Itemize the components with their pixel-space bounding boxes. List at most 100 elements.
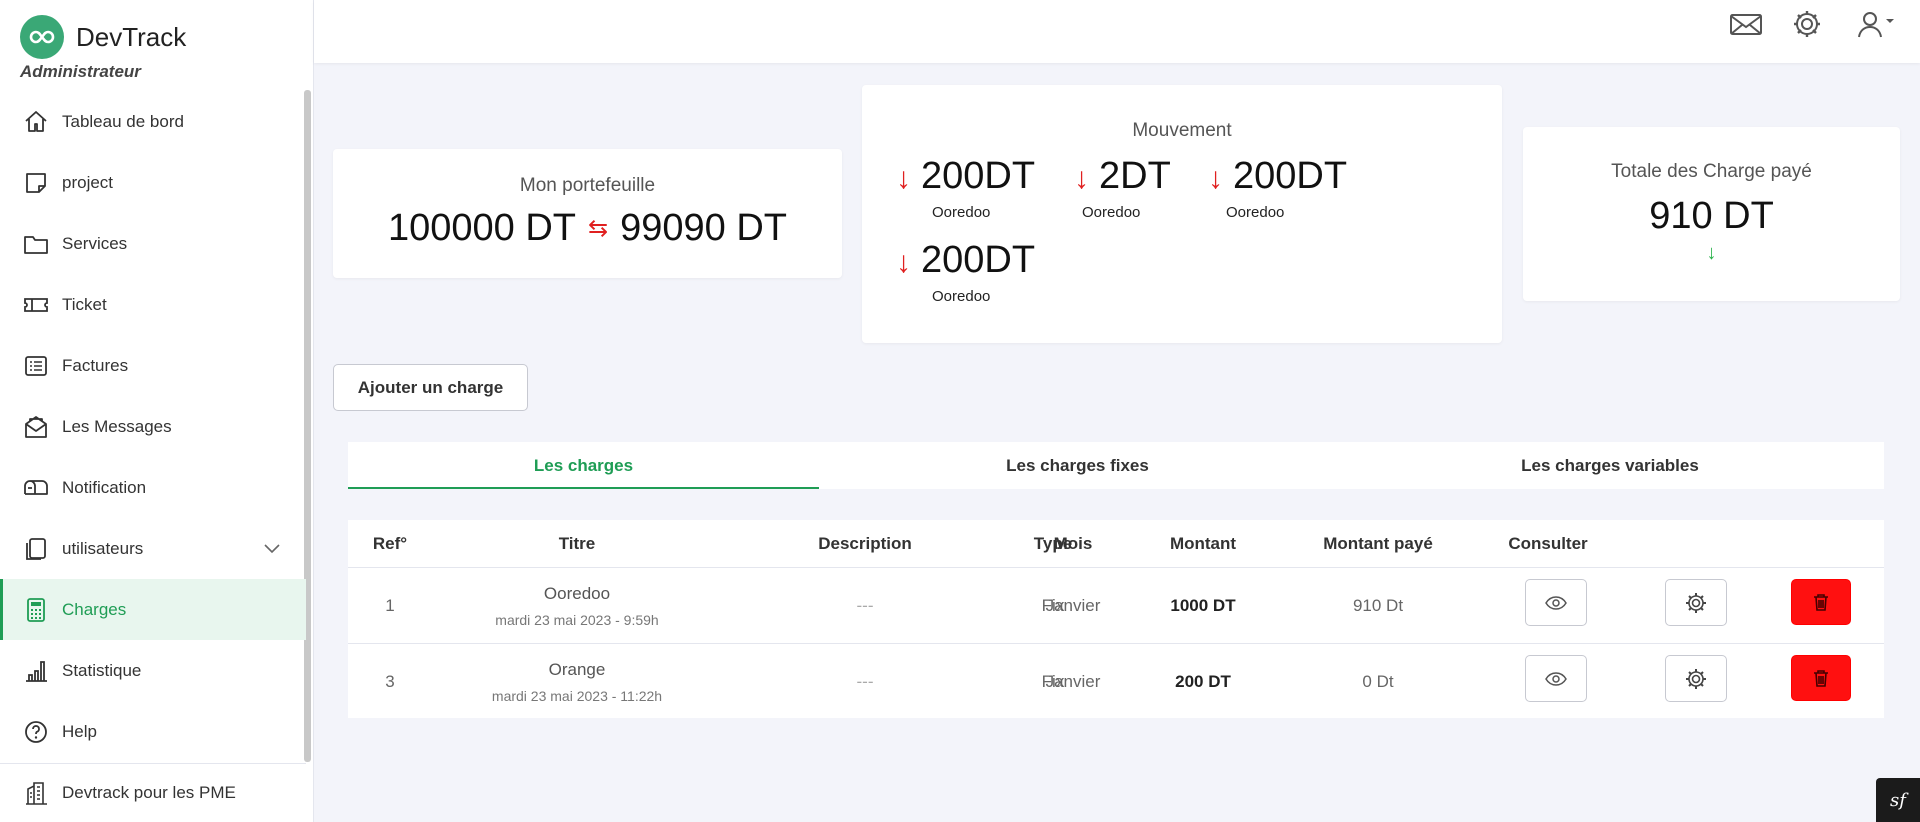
table-row: 1 Ooredoo mardi 23 mai 2023 - 9:59h --- …: [348, 567, 1884, 643]
brand[interactable]: DevTrack: [20, 15, 186, 59]
header-montant-paye: Montant payé: [1323, 533, 1433, 553]
tab-les-charges[interactable]: Les charges: [348, 442, 819, 489]
sidebar-item-help[interactable]: Help: [0, 701, 306, 762]
buildings-icon: [26, 782, 47, 805]
add-charge-button[interactable]: Ajouter un charge: [333, 364, 528, 411]
header-titre: Titre: [558, 533, 596, 553]
charge-date: mardi 23 mai 2023 - 9:59h: [495, 611, 659, 628]
delete-button[interactable]: [1791, 655, 1851, 701]
view-button[interactable]: [1525, 579, 1587, 626]
down-arrow-icon: ↓: [896, 246, 911, 279]
down-arrow-icon: ↓: [1074, 162, 1089, 195]
sticky-note-icon: [26, 173, 46, 193]
table-row: 3 Orange mardi 23 mai 2023 - 11:22h --- …: [348, 643, 1884, 719]
sidebar-item-les-messages[interactable]: Les Messages: [0, 396, 306, 457]
settings-button[interactable]: [1665, 579, 1727, 626]
envelope-icon[interactable]: [1728, 8, 1764, 40]
sidebar-item-label: project: [62, 172, 114, 192]
calculator-icon: [27, 598, 45, 622]
total-title: Totale des Charge payé: [1611, 161, 1812, 182]
eye-icon: [1545, 671, 1567, 686]
charges-tabs: Les charges Les charges fixes Les charge…: [348, 442, 1884, 489]
sidebar-nav: Tableau de bord project Services Ticket …: [0, 91, 306, 762]
view-button[interactable]: [1525, 655, 1587, 702]
tab-charges-variables[interactable]: Les charges variables: [1336, 442, 1884, 489]
sidebar-item-label: Statistique: [62, 660, 142, 680]
list-icon: [25, 356, 47, 376]
sidebar-item-label: Services: [62, 233, 128, 253]
wallet-title: Mon portefeuille: [519, 175, 656, 196]
sidebar-item-label: Les Messages: [62, 416, 172, 436]
down-arrow-icon: ↓: [1208, 162, 1223, 195]
movement-title: Mouvement: [1132, 120, 1232, 141]
sidebar-item-ticket[interactable]: Ticket: [0, 274, 306, 335]
sidebar-item-services[interactable]: Services: [0, 213, 306, 274]
exchange-icon: ⇆: [588, 215, 609, 242]
cell-month: Janvier: [1045, 671, 1101, 691]
down-arrow-icon: ↓: [896, 162, 911, 195]
charges-table: Ref° Titre Description Type Mois Montant…: [348, 520, 1884, 718]
charge-title: Orange: [548, 659, 606, 679]
question-circle-icon: [25, 721, 47, 743]
app-name: DevTrack: [76, 21, 187, 52]
cell-title: Ooredoo mardi 23 mai 2023 - 9:59h: [432, 568, 722, 643]
gear-icon[interactable]: [1789, 8, 1825, 40]
sidebar-item-notification[interactable]: Notification: [0, 457, 306, 518]
movement-item: ↓ 200DT Ooredoo: [896, 239, 1036, 305]
top-bar: [314, 0, 1920, 63]
cell-ref: 3: [385, 671, 395, 691]
movement-item: ↓ 2DT Ooredoo: [1074, 155, 1171, 221]
green-down-arrow-icon: ↓: [1706, 242, 1717, 264]
movement-label: Ooredoo: [932, 288, 991, 305]
sidebar-item-label: Help: [62, 721, 97, 741]
header-mois: Mois: [1053, 533, 1093, 553]
sidebar-item-factures[interactable]: Factures: [0, 335, 306, 396]
trash-icon: [1814, 594, 1828, 611]
tab-charges-fixes[interactable]: Les charges fixes: [819, 442, 1336, 489]
sidebar-item-label: Charges: [62, 599, 127, 619]
ticket-icon: [24, 298, 48, 312]
envelope-open-icon: [25, 416, 47, 438]
bar-chart-icon: [26, 661, 47, 682]
chevron-down-icon[interactable]: [262, 538, 282, 558]
eye-icon: [1545, 595, 1567, 610]
sidebar-footer-label: Devtrack pour les PME: [62, 783, 236, 802]
user-role: Administrateur: [20, 62, 141, 81]
movement-label: Ooredoo: [1226, 204, 1285, 221]
devtrack-logo-icon: [20, 15, 64, 59]
sidebar: DevTrack Administrateur Tableau de bord …: [0, 0, 314, 822]
sidebar-item-utilisateurs[interactable]: utilisateurs: [0, 518, 306, 579]
sidebar-item-project[interactable]: project: [0, 152, 306, 213]
movement-card: Mouvement ↓ 200DT Ooredoo ↓ 2DT Ooredoo ↓ 2…: [862, 85, 1502, 343]
cell-amount: 1000 DT: [1170, 595, 1236, 615]
sidebar-item-tableau-de-bord[interactable]: Tableau de bord: [0, 91, 306, 152]
header-montant: Montant: [1169, 533, 1237, 553]
mailbox-icon: [24, 480, 48, 495]
wallet-card: Mon portefeuille 100000 DT ⇆ 99090 DT: [333, 149, 842, 278]
cell-paid: 910 Dt: [1352, 595, 1404, 615]
movement-label: Ooredoo: [1082, 204, 1141, 221]
wallet-current: 99090 DT: [620, 207, 787, 249]
movement-item: ↓ 200DT Ooredoo: [1208, 155, 1348, 221]
sidebar-item-label: Notification: [62, 477, 147, 497]
delete-button[interactable]: [1791, 579, 1851, 625]
sidebar-item-label: Factures: [62, 355, 129, 375]
trash-icon: [1814, 670, 1828, 687]
sidebar-item-label: utilisateurs: [62, 538, 144, 558]
sidebar-item-charges[interactable]: Charges: [0, 579, 306, 640]
wallet-initial: 100000 DT: [387, 207, 576, 249]
settings-button[interactable]: [1665, 655, 1727, 702]
user-icon[interactable]: [1854, 8, 1898, 40]
sidebar-item-label: Ticket: [62, 294, 107, 314]
cell-month: Janvier: [1045, 595, 1101, 615]
header-consulter: Consulter: [1508, 533, 1588, 553]
sidebar-footer-pme[interactable]: Devtrack pour les PME: [0, 763, 306, 822]
symfony-toolbar-icon[interactable]: sf: [1876, 778, 1920, 822]
movement-item: ↓ 200DT Ooredoo: [896, 155, 1036, 221]
cell-amount: 200 DT: [1175, 671, 1231, 691]
folder-icon: [24, 236, 48, 254]
total-value: 910 DT: [1649, 195, 1774, 237]
sidebar-item-statistique[interactable]: Statistique: [0, 640, 306, 701]
cell-title: Orange mardi 23 mai 2023 - 11:22h: [432, 644, 722, 719]
cell-paid: 0 Dt: [1362, 671, 1394, 691]
